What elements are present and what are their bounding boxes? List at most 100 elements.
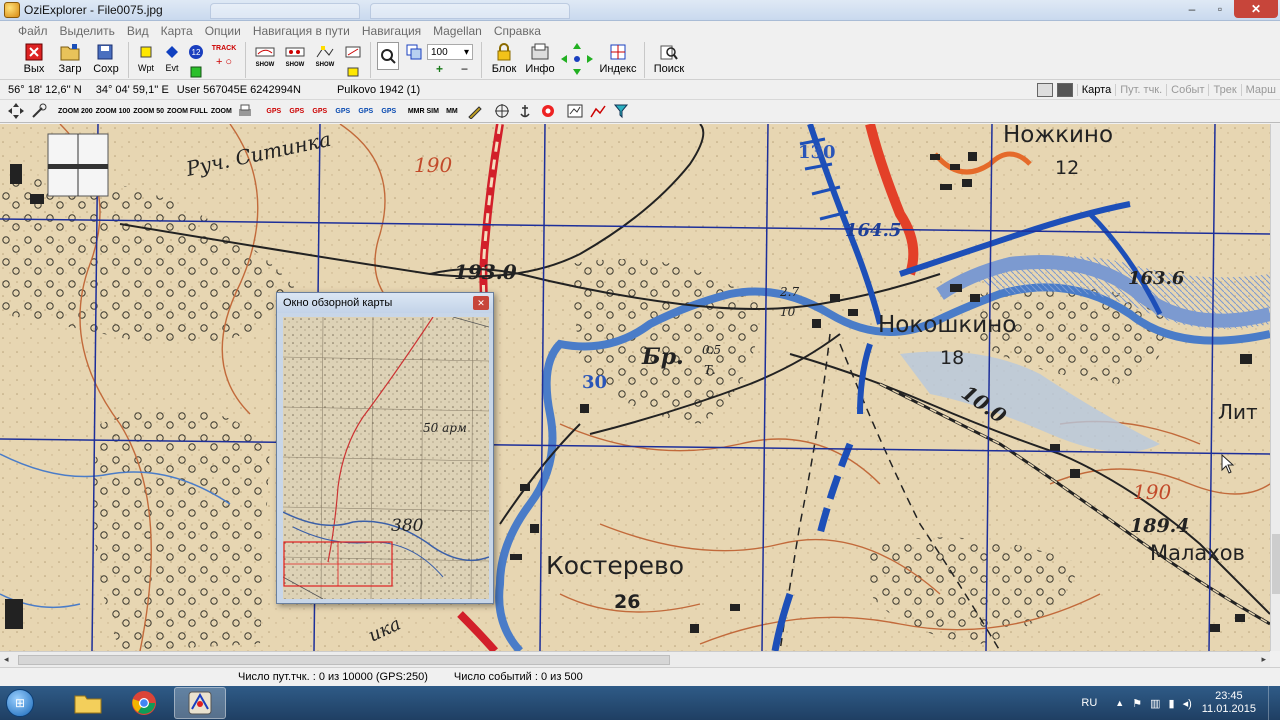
pan-arrows-button[interactable] [558, 40, 596, 76]
taskbar-chrome[interactable] [118, 687, 170, 719]
magnifier-icon [377, 42, 399, 70]
taskbar-explorer[interactable] [62, 687, 114, 719]
title-bar: OziExplorer - File0075.jpg – ▫ ✕ [0, 0, 1280, 21]
longitude-readout: 34° 04' 59,1'' E [95, 83, 169, 96]
track-button[interactable]: TRACK + ○ [207, 40, 241, 68]
download-icon[interactable] [1056, 83, 1073, 97]
show-points-button[interactable]: SHOW [280, 40, 310, 68]
language-indicator[interactable]: RU [1081, 697, 1097, 709]
tab-track[interactable]: Трек [1208, 84, 1240, 96]
load-button[interactable]: Загр [52, 40, 88, 75]
volume-icon[interactable]: ◂) [1183, 697, 1192, 710]
overview-label-army: 50 арм [423, 421, 467, 435]
menu-magellan[interactable]: Magellan [427, 24, 488, 38]
crosshair-icon[interactable] [492, 102, 512, 120]
anchor-icon[interactable] [515, 102, 535, 120]
menu-select[interactable]: Выделить [54, 24, 121, 38]
zoom-in-button[interactable]: + [436, 62, 443, 76]
scroll-right-icon[interactable]: ▸ [1261, 654, 1266, 665]
waypoint-button[interactable]: Wpt [133, 40, 159, 73]
show-label: SHOW [255, 62, 275, 68]
zoom-full-button[interactable]: ZOOM FULL [167, 102, 208, 120]
system-tray: RU ▲ ⚑ ▥ ▮ ◂) 23:45 11.01.2015 [1081, 686, 1280, 720]
taskbar-oziexplorer[interactable] [174, 687, 226, 719]
zoom-control: 100 ▾ + − [427, 44, 477, 76]
menu-navigation[interactable]: Навигация [356, 24, 427, 38]
menu-options[interactable]: Опции [199, 24, 247, 38]
minimize-button[interactable]: – [1178, 0, 1206, 18]
lock-button[interactable]: Блок [486, 40, 522, 75]
graph-icon[interactable] [588, 102, 608, 120]
print-icon[interactable] [235, 102, 255, 120]
lifebuoy-icon[interactable] [538, 102, 558, 120]
dropdown-arrow-icon: ▾ [463, 46, 469, 58]
signal-icon[interactable]: ▮ [1169, 697, 1175, 710]
overview-window[interactable]: Окно обзорной карты ✕ 50 арм 380 [276, 292, 494, 604]
menu-map[interactable]: Карта [155, 24, 199, 38]
map-label-kosterevo: Костерево [546, 551, 684, 580]
move-icon[interactable] [6, 102, 26, 120]
mm-sim-button[interactable]: MMR SIM [408, 102, 439, 120]
zoom-200-button[interactable]: ZOOM 200 [58, 102, 93, 120]
overview-map[interactable]: 50 арм 380 [283, 317, 489, 599]
show-desktop-button[interactable] [1268, 686, 1280, 720]
search-button[interactable]: Поиск [649, 40, 689, 75]
magnifier-button[interactable] [375, 40, 401, 70]
show-route-button[interactable]: SHOW [310, 40, 340, 68]
info-button[interactable]: Инфо [522, 40, 558, 75]
tracklog-icon[interactable] [565, 102, 585, 120]
route-number-icon: 12 [186, 42, 206, 62]
zoom-out-button[interactable]: − [461, 62, 468, 76]
gps-upload-route-button[interactable]: GPS [356, 102, 376, 120]
close-button[interactable]: ✕ [1234, 0, 1278, 18]
vertical-scroll-thumb[interactable] [1272, 534, 1280, 594]
exit-icon [24, 42, 44, 62]
funnel-icon[interactable] [611, 102, 631, 120]
exit-button[interactable]: Вых [16, 40, 52, 75]
pen-icon[interactable] [465, 102, 485, 120]
tools-icon[interactable] [29, 102, 49, 120]
gps-upload-track-button[interactable]: GPS [379, 102, 399, 120]
tab-events[interactable]: Событ [1166, 84, 1208, 96]
show-line-button[interactable] [340, 40, 366, 82]
event-button[interactable]: Evt [159, 40, 185, 73]
horizontal-scroll-thumb[interactable] [18, 655, 670, 665]
wpt-label: Wpt [137, 63, 154, 73]
tab-waypoints[interactable]: Пут. тчк. [1115, 84, 1166, 96]
show-track-button[interactable]: SHOW [250, 40, 280, 68]
gps-upload-waypoint-button[interactable]: GPS [333, 102, 353, 120]
save-button[interactable]: Сохр [88, 40, 124, 75]
scroll-left-icon[interactable]: ◂ [4, 654, 9, 665]
zoom-50-button[interactable]: ZOOM 50 [133, 102, 164, 120]
clock[interactable]: 23:45 11.01.2015 [1202, 690, 1256, 716]
menu-file[interactable]: Файл [12, 24, 54, 38]
horizontal-scrollbar[interactable]: ◂ ▸ [0, 651, 1270, 667]
route-button[interactable]: 12 [185, 40, 207, 82]
monitor-icon[interactable] [1036, 83, 1053, 97]
zoom-select[interactable]: 100 ▾ [427, 44, 473, 60]
track-label: TRACK [211, 45, 237, 52]
index-button[interactable]: Индекс [596, 40, 640, 75]
tab-route[interactable]: Марш [1240, 84, 1280, 96]
menu-moving-map[interactable]: Навигация в пути [247, 24, 356, 38]
overview-close-button[interactable]: ✕ [473, 296, 489, 310]
zoom-100-button[interactable]: ZOOM 100 [96, 102, 131, 120]
map-canvas[interactable]: Руч. Ситинка 190 193.0 130 Ножкино 12 16… [0, 124, 1270, 651]
gps-waypoint-button[interactable]: GPS [264, 102, 284, 120]
maximize-button[interactable]: ▫ [1206, 0, 1234, 18]
zoom-custom-button[interactable]: ZOOM [211, 102, 232, 120]
flag-icon[interactable]: ⚑ [1132, 697, 1142, 710]
tab-map[interactable]: Карта [1076, 84, 1115, 96]
menu-view[interactable]: Вид [121, 24, 155, 38]
gps-route-button[interactable]: GPS [287, 102, 307, 120]
gps-track-button[interactable]: GPS [310, 102, 330, 120]
vertical-scrollbar[interactable] [1270, 124, 1280, 651]
tray-expand-icon[interactable]: ▲ [1115, 698, 1124, 708]
start-button[interactable]: ⊞ [0, 686, 40, 720]
mm-button[interactable]: MM [442, 102, 462, 120]
green-square-icon [186, 62, 206, 82]
overview-button[interactable] [401, 40, 427, 62]
network-icon[interactable]: ▥ [1150, 697, 1160, 710]
menu-help[interactable]: Справка [488, 24, 547, 38]
overview-title-bar[interactable]: Окно обзорной карты [277, 293, 493, 313]
